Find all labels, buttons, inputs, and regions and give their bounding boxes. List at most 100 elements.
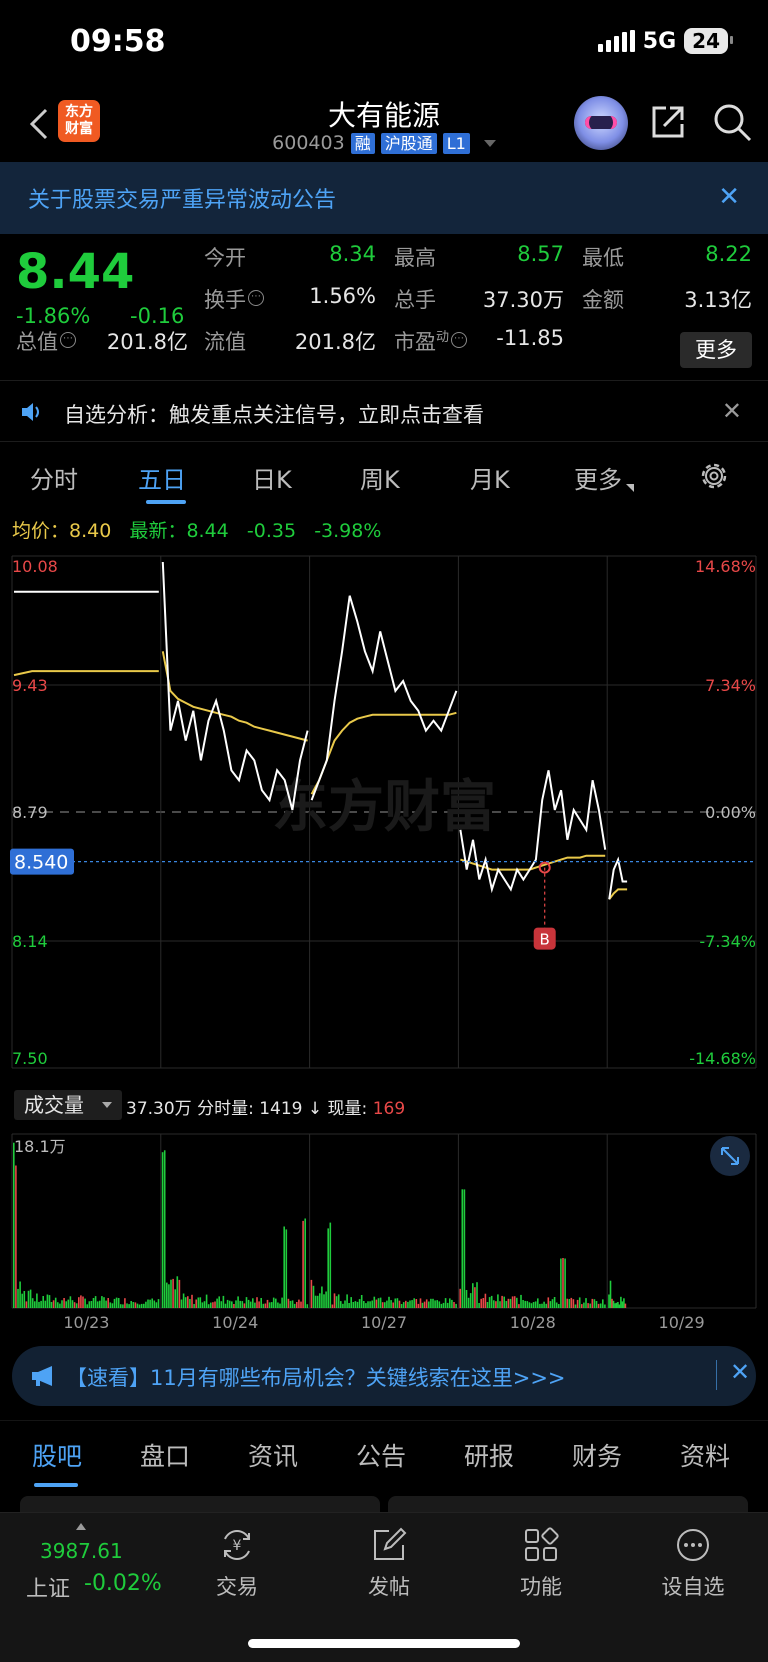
y-axis-left-label: 10.08: [12, 557, 58, 576]
volume-bar: [581, 1304, 583, 1308]
volume-bar: [296, 1302, 298, 1308]
five-day-price-chart[interactable]: 东方财富 10.08 9.43 8.79 8.14 7.50 14.68% 7.34% 0.00…: [0, 548, 768, 1088]
volume-bar: [61, 1300, 63, 1308]
volume-bar: [402, 1302, 405, 1308]
volume-bar: [469, 1293, 472, 1308]
tab-financials[interactable]: 财务: [572, 1437, 622, 1473]
index-change[interactable]: -0.02%: [84, 1571, 162, 1596]
volume-bar: [480, 1298, 482, 1308]
tab-order-book[interactable]: 盘口: [140, 1437, 190, 1473]
volume-bar: [446, 1302, 449, 1308]
close-icon[interactable]: ✕: [722, 397, 742, 425]
tab-profile[interactable]: 资料: [680, 1437, 730, 1473]
share-icon[interactable]: [648, 102, 688, 142]
volume-bar: [69, 1296, 72, 1308]
forum-card[interactable]: [20, 1496, 380, 1512]
close-icon[interactable]: ✕: [730, 1358, 750, 1386]
x-axis-label: 10/23: [63, 1313, 109, 1332]
announcement-bar[interactable]: 关于股票交易严重异常波动公告 ✕: [0, 162, 768, 234]
tab-daily-k[interactable]: 日K: [252, 460, 292, 495]
volume-bar: [524, 1300, 526, 1308]
volume-bar: [564, 1258, 566, 1308]
volume-bar: [216, 1298, 218, 1308]
volume-bar: [449, 1298, 451, 1308]
volume-bar: [384, 1302, 386, 1308]
volume-bar: [576, 1299, 579, 1308]
volume-bar: [136, 1303, 139, 1308]
promo-banner[interactable]: 【速看】11月有哪些布局机会？关键线索在这里>>> ✕: [12, 1346, 756, 1406]
volume-bar: [609, 1280, 612, 1308]
volume-bar: [224, 1303, 227, 1308]
nav-functions[interactable]: 功能: [496, 1525, 586, 1601]
volume-bar: [193, 1304, 195, 1308]
alert-text: 自选分析：触发重点关注信号，立即点击查看: [64, 403, 484, 427]
volume-bar: [611, 1298, 613, 1308]
volume-bar: [417, 1303, 420, 1308]
tab-intraday[interactable]: 分时: [30, 460, 78, 495]
volume-info: 37.30万 分时量: 1419 ↓ 现量: 169: [126, 1099, 406, 1119]
volume-bar: [256, 1297, 258, 1308]
volume-bar: [599, 1303, 602, 1308]
volume-bar: [155, 1302, 158, 1308]
volume-bar: [176, 1276, 179, 1308]
mktcap-label[interactable]: 总值 ⋯: [16, 326, 76, 356]
volume-bar: [363, 1301, 365, 1308]
volume-bar: [15, 1165, 17, 1308]
volume-bar: [46, 1294, 49, 1308]
info-icon: ⋯: [451, 332, 468, 348]
more-button[interactable]: 更多: [680, 332, 752, 368]
volume-bar: [78, 1297, 80, 1308]
volume-bar: [174, 1289, 176, 1308]
tab-weekly-k[interactable]: 周K: [360, 460, 400, 495]
volume-bar: [212, 1302, 214, 1308]
volume-bar: [478, 1303, 480, 1308]
y-axis-left-label: 8.79: [12, 803, 48, 822]
nav-post[interactable]: 发帖: [344, 1525, 434, 1601]
volume-bar: [222, 1295, 225, 1308]
volume-bar: [593, 1299, 596, 1308]
nav-trade[interactable]: ¥ 交易: [192, 1525, 282, 1601]
tab-five-day[interactable]: 五日: [138, 460, 186, 495]
volume-bar: [490, 1295, 493, 1308]
content-tabs: 股吧 盘口 资讯 公告 研报 财务 资料: [0, 1420, 768, 1490]
tab-indicator: [146, 500, 186, 504]
tab-forum[interactable]: 股吧: [32, 1437, 82, 1473]
volume-bar: [520, 1294, 522, 1308]
indicator-select[interactable]: 成交量: [14, 1090, 122, 1120]
volume-bar: [526, 1301, 529, 1308]
volume-bar: [369, 1301, 371, 1308]
volume-bar: [48, 1295, 51, 1308]
turnover-label[interactable]: 换手 ⋯: [204, 284, 264, 314]
crosshair-price-label: 8.540: [14, 852, 68, 874]
volume-bar: [558, 1304, 560, 1308]
index-name[interactable]: 上证: [26, 1571, 70, 1603]
tab-announcements[interactable]: 公告: [356, 1437, 406, 1473]
volume-bar: [277, 1302, 279, 1308]
volume-bar: [111, 1303, 114, 1308]
signal-alert-bar[interactable]: 自选分析：触发重点关注信号，立即点击查看 ✕: [0, 380, 768, 442]
tab-research[interactable]: 研报: [464, 1437, 514, 1473]
connect-tag: 沪股通: [380, 132, 437, 154]
home-indicator[interactable]: [248, 1639, 520, 1648]
tab-monthly-k[interactable]: 月K: [470, 460, 510, 495]
forum-card[interactable]: [388, 1496, 748, 1512]
pe-label[interactable]: 市盈动 ⋯: [394, 326, 468, 356]
index-up-arrow-icon: [76, 1523, 86, 1530]
volume-max-label: 18.1万: [14, 1137, 66, 1156]
robot-assistant-icon[interactable]: [574, 96, 628, 150]
expand-icon[interactable]: [710, 1136, 750, 1176]
volume-bar: [617, 1302, 619, 1308]
volume-bar: [31, 1298, 34, 1308]
tab-news[interactable]: 资讯: [248, 1437, 298, 1473]
nav-add-watchlist[interactable]: 设自选: [648, 1525, 738, 1601]
volume-bar: [302, 1220, 304, 1308]
close-icon[interactable]: ✕: [718, 182, 740, 212]
volume-chart[interactable]: 18.1万 10/23 10/24 10/27 10/28 10/29: [0, 1124, 768, 1332]
gear-icon[interactable]: [698, 460, 730, 492]
volume-bar: [17, 1288, 19, 1308]
index-value[interactable]: 3987.61: [40, 1539, 123, 1563]
tab-more[interactable]: 更多: [574, 460, 634, 495]
volume-bar: [191, 1294, 193, 1308]
volume-bar: [541, 1303, 543, 1308]
search-icon[interactable]: [710, 100, 754, 144]
